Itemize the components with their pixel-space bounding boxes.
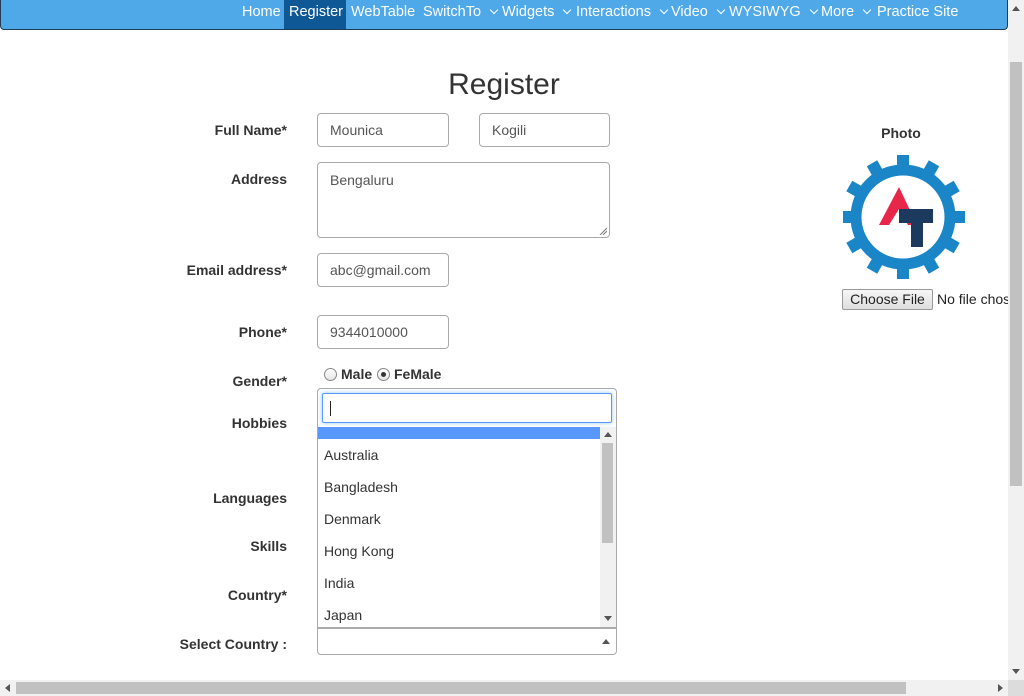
- email-input[interactable]: abc@gmail.com: [317, 253, 449, 287]
- full-name-label: Full Name*: [214, 122, 287, 138]
- languages-label: Languages: [213, 490, 287, 506]
- no-file-chosen-text: No file chosen: [937, 291, 1008, 307]
- scroll-up-icon[interactable]: [604, 432, 612, 437]
- scroll-down-icon[interactable]: [1012, 669, 1020, 674]
- male-radio-label: Male: [341, 366, 373, 382]
- dropdown-scrollbar[interactable]: [600, 427, 616, 627]
- address-label: Address: [230, 171, 287, 187]
- phone-input[interactable]: 9344010000: [317, 315, 449, 349]
- chevron-down-icon: [659, 5, 669, 15]
- nav-interactions[interactable]: Interactions: [576, 0, 669, 29]
- scrollbar-corner: [1008, 680, 1024, 696]
- resize-handle-icon[interactable]: [599, 227, 607, 235]
- last-name-input[interactable]: Kogili: [479, 113, 610, 147]
- photo-label: Photo: [881, 125, 921, 141]
- page-horizontal-scrollbar[interactable]: [0, 680, 1008, 696]
- scroll-down-icon[interactable]: [604, 616, 612, 621]
- nav-video[interactable]: Video: [671, 0, 727, 29]
- male-radio[interactable]: [324, 368, 337, 381]
- chevron-down-icon: [809, 5, 818, 15]
- nav-more[interactable]: More: [821, 0, 873, 29]
- chevron-down-icon: [563, 5, 572, 15]
- scroll-left-icon[interactable]: [5, 684, 10, 692]
- female-radio-label: FeMale: [394, 366, 442, 382]
- nav-practice-site[interactable]: Practice Site: [877, 0, 963, 29]
- phone-label: Phone*: [238, 324, 287, 340]
- scroll-right-icon[interactable]: [998, 684, 1003, 692]
- country-search-input[interactable]: [322, 393, 612, 423]
- dropdown-scroll-thumb[interactable]: [602, 443, 613, 543]
- hobbies-label: Hobbies: [231, 415, 287, 431]
- skills-label: Skills: [250, 538, 287, 554]
- choose-file-button[interactable]: Choose File: [842, 289, 933, 310]
- page-title: Register: [448, 68, 560, 101]
- nav-register[interactable]: Register: [284, 0, 346, 29]
- nav-home[interactable]: Home: [241, 0, 281, 29]
- country-label: Country*: [227, 587, 287, 603]
- country-dropdown: Australia Bangladesh Denmark Hong Kong I…: [317, 388, 617, 628]
- gear-logo-icon: [843, 155, 965, 279]
- top-navbar: Home Register WebTable SwitchTo Widgets …: [0, 0, 1008, 30]
- country-option[interactable]: Japan: [318, 599, 600, 627]
- text-cursor: [330, 401, 331, 416]
- country-option[interactable]: Australia: [318, 439, 600, 471]
- chevron-down-icon: [862, 5, 872, 15]
- address-value: Bengaluru: [330, 172, 394, 188]
- country-option[interactable]: India: [318, 567, 600, 599]
- chevron-up-icon: [602, 639, 610, 644]
- female-radio[interactable]: [377, 368, 390, 381]
- first-name-input[interactable]: Mounica: [317, 113, 449, 147]
- country-option[interactable]: Bangladesh: [318, 471, 600, 503]
- chevron-down-icon: [716, 5, 726, 15]
- scroll-up-icon[interactable]: [1012, 6, 1020, 11]
- page-vertical-scrollbar[interactable]: [1008, 0, 1024, 680]
- nav-wysiwyg[interactable]: WYSIWYG: [729, 0, 821, 29]
- horizontal-scroll-thumb[interactable]: [16, 682, 906, 694]
- nav-switchto[interactable]: SwitchTo: [423, 0, 499, 29]
- country-options-list: Australia Bangladesh Denmark Hong Kong I…: [318, 427, 600, 627]
- email-label: Email address*: [186, 262, 287, 278]
- highlighted-option[interactable]: [318, 427, 600, 439]
- country-option[interactable]: Hong Kong: [318, 535, 600, 567]
- chevron-down-icon: [489, 5, 499, 15]
- gender-label: Gender*: [232, 373, 287, 389]
- address-textarea[interactable]: Bengaluru: [317, 162, 610, 238]
- vertical-scroll-thumb[interactable]: [1010, 62, 1022, 486]
- nav-widgets[interactable]: Widgets: [502, 0, 574, 29]
- select-country-dropdown[interactable]: [317, 628, 617, 655]
- nav-webtable[interactable]: WebTable: [351, 0, 417, 29]
- country-option[interactable]: Denmark: [318, 503, 600, 535]
- select-country-label: Select Country :: [179, 636, 287, 652]
